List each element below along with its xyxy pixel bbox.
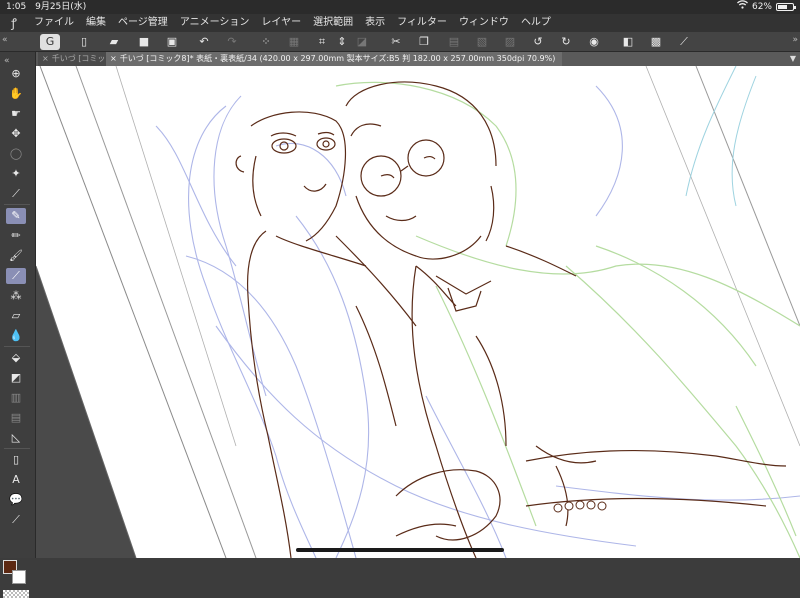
paste-icon[interactable]: ▤ [446,34,462,50]
transform-icon[interactable]: ⌗ [314,34,330,50]
menu-filter[interactable]: フィルター [391,14,453,32]
close-icon[interactable]: × [42,54,49,63]
erase-outside-icon[interactable]: ▧ [474,34,490,50]
figure-icon[interactable]: ▥ [6,390,26,406]
tool-palette: « ⊕ ✋ ☛ ✥ ◯ ✦ ⟋ ✎ ✏ 🖌 ⟋ ⁂ ▱ 💧 ⬙ ◩ ▥ ▤ ◺ … [0,52,36,598]
undo-icon[interactable]: ↶ [196,34,212,50]
battery-level-fill [778,5,787,9]
text-icon[interactable]: A [6,472,26,488]
cut-icon[interactable]: ✂ [388,34,404,50]
pen-tool-icon[interactable]: ✎ [6,208,26,224]
export-icon[interactable]: ▣ [164,34,180,50]
new-file-icon[interactable]: ▯ [76,34,92,50]
battery-icon [776,3,796,11]
frame-border-icon[interactable]: ▤ [6,410,26,426]
transparent-color-swatch[interactable] [3,590,29,598]
reset-view-icon[interactable]: ◉ [586,34,602,50]
rotate-right-icon[interactable]: ↻ [558,34,574,50]
crop-icon[interactable]: ◪ [354,34,370,50]
redo-icon[interactable]: ↷ [224,34,240,50]
blend-icon[interactable]: 💧 [6,328,26,344]
ios-status-bar: 1:05 9月25日(水) 62% [0,0,800,14]
divider [4,448,30,449]
menu-layer[interactable]: レイヤー [255,14,307,32]
menu-selection[interactable]: 選択範囲 [307,14,359,32]
menu-bar: ꝭ ファイル 編集 ページ管理 アニメーション レイヤー 選択範囲 表示 フィル… [0,14,800,32]
airbrush-icon[interactable]: ⟋ [6,268,26,284]
zoom-icon[interactable]: ⊕ [6,66,26,82]
clip-studio-home-icon[interactable]: G [40,34,60,50]
canvas-artwork [36,66,800,558]
drawing-canvas[interactable] [36,66,800,558]
menu-view[interactable]: 表示 [359,14,391,32]
clear-selection-icon[interactable]: ⁘ [258,34,274,50]
tab-document-active[interactable]: × 千いづ [コミック8]* 表紙・裏表紙/34 (420.00 x 297.00… [106,52,562,66]
tab-label: 千いづ [コミック8]* 表紙・裏表紙/34 (420.00 x 297.00m… [119,54,556,63]
battery-percent: 62% [751,2,772,12]
auto-select-icon[interactable]: ✦ [6,166,26,182]
menu-edit[interactable]: 編集 [80,14,112,32]
status-date: 9月25日(水) [35,2,87,12]
menu-file[interactable]: ファイル [28,14,80,32]
collapse-tools-icon[interactable]: « [4,56,10,66]
hand-icon[interactable]: ✋ [6,86,26,102]
copy-icon[interactable]: ❐ [416,34,432,50]
invert-selection-icon[interactable]: ▨ [502,34,518,50]
reference-layer-icon[interactable]: ▩ [648,34,664,50]
flip-view-icon[interactable]: ◧ [620,34,636,50]
ruler-icon[interactable]: ◺ [6,430,26,446]
menu-window[interactable]: ウィンドウ [453,14,515,32]
divider [4,204,30,205]
operation-icon[interactable]: ☛ [6,106,26,122]
tab-list-dropdown-icon[interactable]: ▼ [790,52,796,66]
pencil-icon[interactable]: ✏ [6,228,26,244]
move-layer-icon[interactable]: ✥ [6,126,26,142]
close-icon[interactable]: × [110,54,117,63]
tab-document-1[interactable]: × 千いづ [コミック] [38,52,112,66]
menu-help[interactable]: ヘルプ [515,14,557,32]
status-time: 1:05 [6,2,27,12]
menu-page[interactable]: ページ管理 [112,14,174,32]
balloon-icon[interactable]: 💬 [6,492,26,508]
eyedropper-tool-icon[interactable]: ⟋ [6,186,26,202]
command-bar: « G ▯ ▰ ■ ▣ ↶ ↷ ⁘ ▦ ⌗ ⇕ ◪ ✂ ❐ ▤ ▧ ▨ ↺ ↻ … [0,32,800,52]
rotate-left-icon[interactable]: ↺ [530,34,546,50]
fill-icon[interactable]: ⬙ [6,350,26,366]
home-indicator [296,548,504,552]
document-tab-bar: × 千いづ [コミック] × 千いづ [コミック8]* 表紙・裏表紙/34 (420… [36,52,800,66]
fill-selection-icon[interactable]: ▦ [286,34,302,50]
page-icon[interactable]: ▯ [6,452,26,468]
decoration-icon[interactable]: ⁂ [6,288,26,304]
eraser-icon[interactable]: ▱ [6,308,26,324]
divider [4,346,30,347]
gradient-icon[interactable]: ◩ [6,370,26,386]
brush-icon[interactable]: 🖌 [6,248,26,264]
clip-studio-logo-icon[interactable]: ꝭ [0,14,28,32]
eyedropper-icon[interactable]: ⟋ [676,34,692,50]
open-folder-icon[interactable]: ▰ [106,34,122,50]
tab-label: 千いづ [コミック] [51,54,112,63]
correct-line-icon[interactable]: ⟋ [6,512,26,528]
menu-animation[interactable]: アニメーション [174,14,256,32]
scale-icon[interactable]: ⇕ [334,34,350,50]
collapse-left-icon[interactable]: « [2,35,8,45]
collapse-right-icon[interactable]: » [792,35,798,45]
wifi-icon [737,0,748,14]
sub-color-swatch[interactable] [12,570,26,584]
selection-icon[interactable]: ◯ [6,146,26,162]
save-icon[interactable]: ■ [136,34,152,50]
